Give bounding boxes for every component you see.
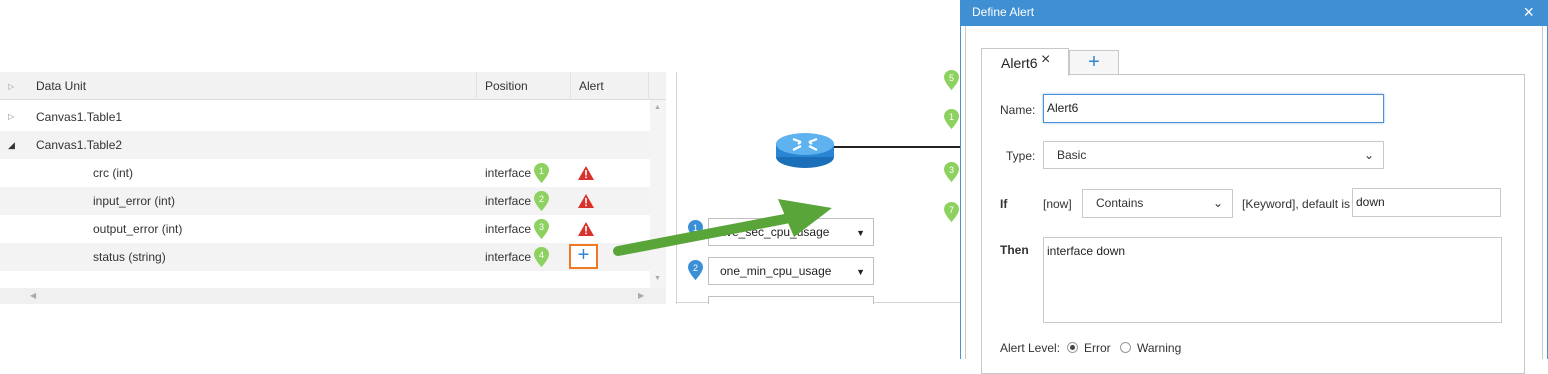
caret-down-icon: ▼: [856, 267, 865, 277]
table-row[interactable]: output_error (int) interface 3: [0, 215, 650, 243]
warning-icon[interactable]: [578, 166, 594, 180]
chevron-down-icon: ⌄: [1213, 196, 1224, 210]
position-value: interface: [485, 222, 532, 236]
type-label: Type:: [1006, 149, 1036, 163]
data-unit-name: crc (int): [93, 166, 133, 180]
map-pin-icon: 7: [944, 202, 959, 222]
add-alert-button[interactable]: +: [569, 244, 598, 269]
tab-label: Alert6: [1001, 55, 1038, 71]
warning-radio[interactable]: [1120, 342, 1131, 353]
error-radio[interactable]: [1067, 342, 1078, 353]
map-pin-icon: 5: [944, 70, 959, 90]
keyword-input[interactable]: down: [1352, 188, 1501, 217]
add-tab-button[interactable]: +: [1069, 50, 1119, 74]
table-row[interactable]: input_error (int) interface 2: [0, 187, 650, 215]
error-radio-label: Error: [1084, 341, 1111, 355]
if-label: If: [1000, 197, 1008, 211]
dialog-inner-border: [965, 26, 966, 359]
column-divider: [648, 72, 649, 100]
svg-text:2: 2: [693, 263, 698, 273]
name-label: Name:: [1000, 103, 1036, 117]
svg-text:3: 3: [539, 222, 544, 232]
group-label: Canvas1.Table2: [36, 138, 123, 152]
name-input[interactable]: Alert6: [1043, 94, 1384, 123]
keyword-label: [Keyword], default is: [1242, 197, 1351, 211]
then-textarea[interactable]: interface down: [1043, 237, 1502, 323]
svg-text:2: 2: [539, 194, 544, 204]
position-value: interface: [485, 166, 532, 180]
scroll-left-icon[interactable]: ◀: [30, 291, 36, 300]
group-label: Canvas1.Table1: [36, 110, 123, 124]
position-value: interface: [485, 250, 532, 264]
close-icon[interactable]: ×: [1523, 2, 1534, 23]
data-unit-dropdown[interactable]: [708, 296, 874, 304]
dropdown-value: one_min_cpu_usage: [720, 264, 832, 278]
map-pin-icon: 4: [534, 247, 549, 267]
alert-level-label: Alert Level:: [1000, 341, 1061, 355]
svg-text:7: 7: [949, 205, 954, 215]
map-pin-icon: 1: [534, 163, 549, 183]
horizontal-scrollbar[interactable]: ◀ ▶: [0, 288, 666, 304]
position-value: interface: [485, 194, 532, 208]
svg-text:5: 5: [949, 73, 954, 83]
column-position[interactable]: Position: [485, 79, 528, 93]
scroll-right-icon[interactable]: ▶: [638, 291, 644, 300]
data-unit-name: status (string): [93, 250, 166, 264]
header-expand-icon[interactable]: ▷: [8, 82, 14, 91]
svg-text:1: 1: [949, 112, 954, 122]
table-group-row[interactable]: ◢ Canvas1.Table2: [0, 131, 650, 159]
warning-icon[interactable]: [578, 194, 594, 208]
map-pin-icon: 2: [534, 191, 549, 211]
svg-text:1: 1: [539, 166, 544, 176]
table-header: ▷ Data Unit Position Alert: [0, 72, 666, 100]
scroll-up-icon[interactable]: ▲: [654, 104, 661, 111]
then-label: Then: [1000, 243, 1029, 257]
collapse-icon[interactable]: ◢: [8, 140, 15, 151]
table-group-row[interactable]: ▷ Canvas1.Table1: [0, 103, 650, 131]
dialog-titlebar[interactable]: Define Alert ×: [960, 0, 1548, 26]
map-pin-icon: 3: [944, 162, 959, 182]
column-divider: [476, 72, 477, 100]
scroll-down-icon[interactable]: ▼: [654, 275, 661, 282]
dialog-title: Define Alert: [972, 5, 1035, 19]
data-unit-dropdown[interactable]: one_min_cpu_usage ▼: [708, 257, 874, 285]
now-label: [now]: [1043, 197, 1072, 211]
svg-text:4: 4: [539, 250, 544, 260]
table-row[interactable]: status (string) interface 4 +: [0, 243, 650, 271]
condition-select[interactable]: Contains: [1082, 189, 1233, 218]
column-data-unit[interactable]: Data Unit: [36, 79, 86, 93]
dialog-inner-border: [1542, 26, 1543, 359]
type-select[interactable]: Basic: [1043, 141, 1384, 169]
warning-icon[interactable]: [578, 222, 594, 236]
caret-down-icon: ▼: [856, 228, 865, 238]
column-alert[interactable]: Alert: [579, 79, 604, 93]
map-pin-icon: 3: [534, 219, 549, 239]
arrow-annotation-icon: [613, 199, 832, 256]
svg-text:3: 3: [949, 165, 954, 175]
close-icon[interactable]: ×: [1041, 51, 1050, 69]
map-pin-icon: 1: [944, 109, 959, 129]
data-unit-panel: ▷ Data Unit Position Alert ▷ Canvas1.Tab…: [0, 72, 666, 304]
table-row[interactable]: crc (int) interface 1: [0, 159, 650, 187]
warning-radio-label: Warning: [1137, 341, 1182, 355]
column-divider: [570, 72, 571, 100]
chevron-down-icon: ⌄: [1364, 148, 1375, 162]
data-unit-name: input_error (int): [93, 194, 176, 208]
data-unit-name: output_error (int): [93, 222, 183, 236]
tab-alert6[interactable]: Alert6 ×: [981, 48, 1069, 76]
router-icon[interactable]: [773, 128, 837, 170]
expand-icon[interactable]: ▷: [8, 112, 14, 121]
map-pin-icon: 2: [688, 260, 703, 280]
